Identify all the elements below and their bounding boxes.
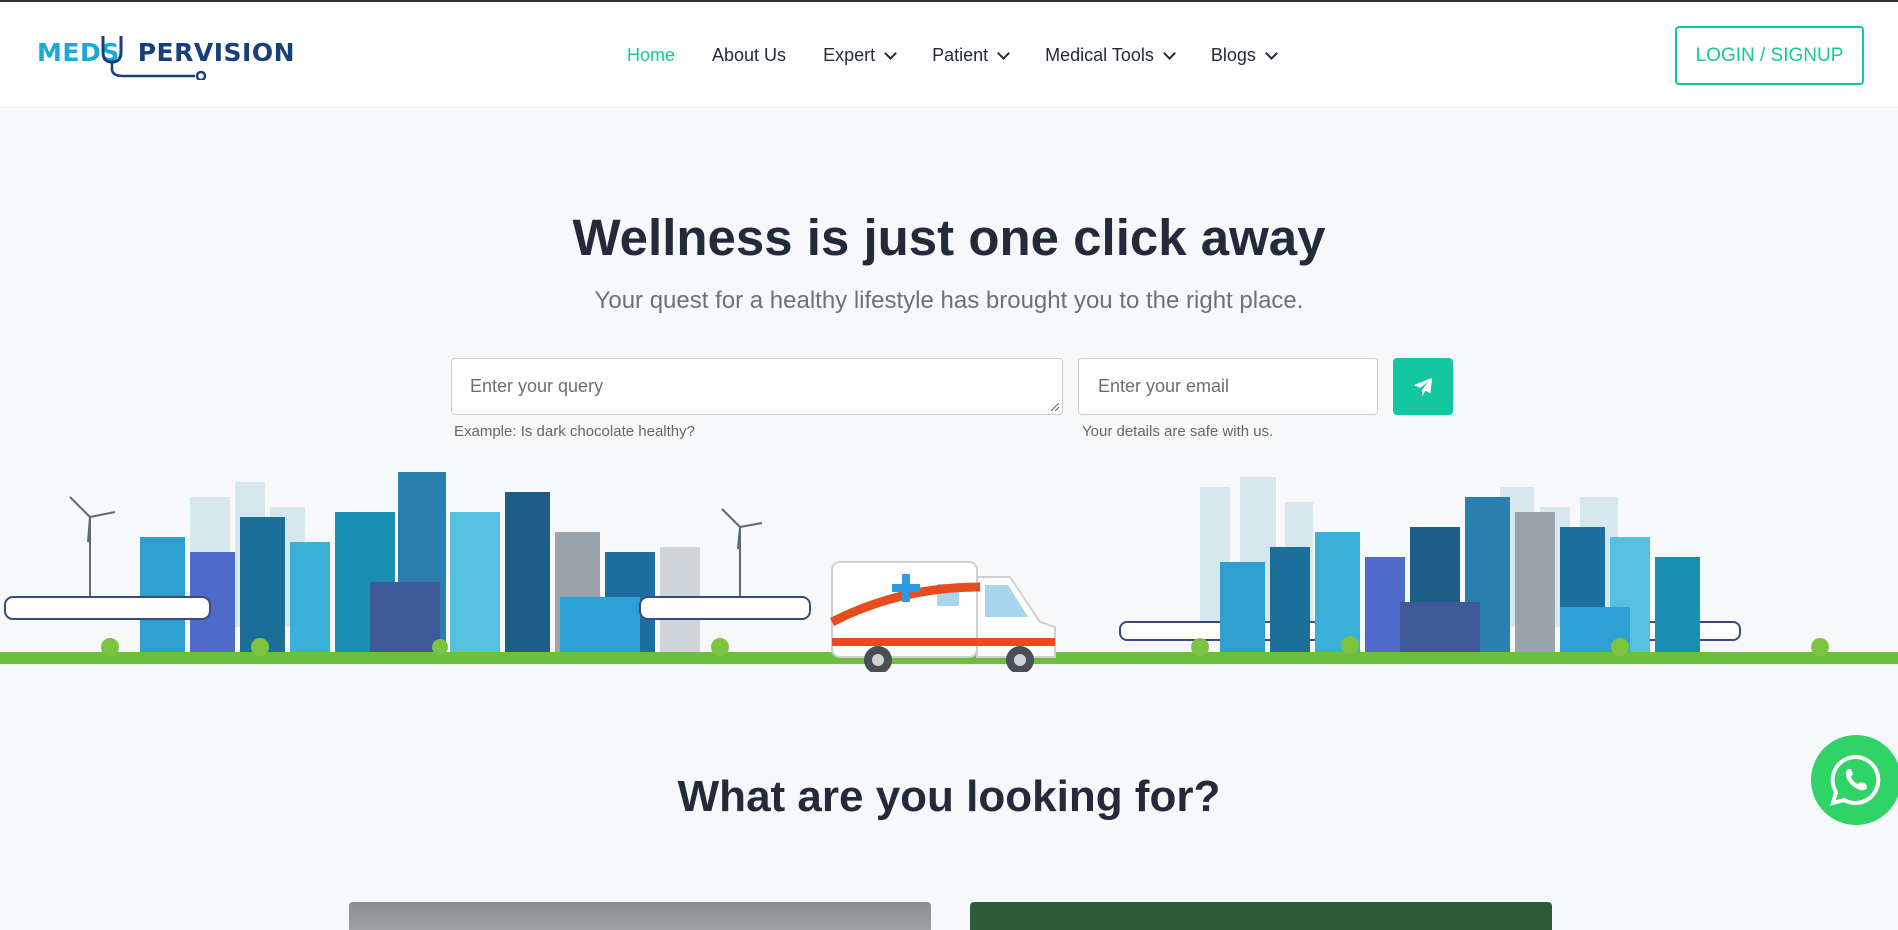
category-card-right[interactable] [970,902,1552,930]
site-header: MEDS PERVISION Home About Us Expert Patie… [0,2,1898,108]
query-textarea[interactable]: Enter your query [451,358,1063,415]
email-hint: Your details are safe with us. [1082,423,1274,440]
whatsapp-icon [1830,754,1881,806]
whatsapp-chat-button[interactable] [1811,735,1898,825]
nav-patient-label: Patient [932,45,989,65]
nav-about-us[interactable]: About Us [712,45,786,66]
query-hint: Example: Is dark chocolate healthy? [454,423,695,440]
login-signup-button[interactable]: LOGIN / SIGNUP [1675,26,1864,85]
nav-blogs[interactable]: Blogs [1210,45,1278,66]
paper-plane-icon [1413,377,1433,396]
email-field[interactable]: Enter your email [1078,358,1378,415]
chevron-down-icon [884,46,897,60]
nav-medical-tools[interactable]: Medical Tools [1045,45,1176,66]
medsupervision-logo[interactable]: MEDS PERVISION [37,32,295,80]
main-nav: Home About Us Expert Patient Medical Too… [627,45,1313,66]
chevron-down-icon [997,46,1011,60]
nav-blogs-label: Blogs [1210,45,1256,65]
category-card-left[interactable] [349,902,931,930]
section-title: What are you looking for? [677,772,1221,821]
ambulance-illustration [829,561,1056,672]
nav-medical-tools-label: Medical Tools [1045,45,1154,65]
nav-home-label: Home [627,45,676,65]
stethoscope-icon [101,36,207,80]
nav-patient[interactable]: Patient [932,45,1011,66]
chevron-down-icon [1265,46,1278,60]
nav-about-label: About Us [712,45,787,65]
chevron-down-icon [1163,46,1176,60]
nav-expert-label: Expert [823,45,876,65]
city-ambulance-illustration [0,472,1898,672]
query-placeholder: Enter your query [470,376,604,396]
nav-home[interactable]: Home [627,45,675,66]
hero-title: Wellness is just one click away [572,209,1326,266]
email-placeholder: Enter your email [1098,376,1230,396]
hero-subtitle: Your quest for a healthy lifestyle has b… [594,287,1304,314]
send-query-button[interactable] [1393,358,1453,415]
nav-expert[interactable]: Expert [823,45,897,66]
